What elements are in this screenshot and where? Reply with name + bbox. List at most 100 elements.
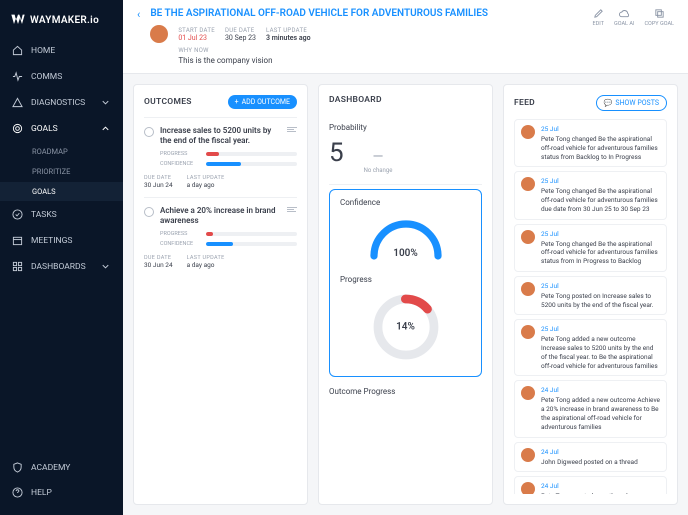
feed-item[interactable]: 24 Jul Pete Tong added a new outcome Achi… (514, 380, 667, 437)
owner-avatar[interactable] (150, 25, 168, 43)
nav-meetings[interactable]: MEETINGS (0, 228, 123, 253)
copy-icon (654, 8, 665, 19)
nav-diagnostics[interactable]: DIAGNOSTICS (0, 90, 123, 115)
feed-item[interactable]: 24 Jul John Digweed posted on a thread (514, 442, 667, 473)
feed-item[interactable]: 25 Jul Pete Tong changed Be the aspiratio… (514, 224, 667, 272)
bars-icon[interactable] (287, 127, 297, 132)
nav-help[interactable]: HELP (0, 480, 123, 505)
outcome-progress-label: Outcome Progress (329, 377, 482, 396)
nav-comms[interactable]: COMMS (0, 64, 123, 89)
target-icon (12, 123, 23, 134)
confidence-label: CONFIDENCE (160, 241, 202, 247)
main: ‹ BE THE ASPIRATIONAL OFF-ROAD VEHICLE F… (123, 0, 688, 515)
feed-panel: FEED 💬 SHOW POSTS 25 Jul Pete Tong change… (503, 84, 678, 505)
outcome-radio[interactable] (144, 127, 154, 137)
feed-avatar (521, 482, 535, 494)
page-header: ‹ BE THE ASPIRATIONAL OFF-ROAD VEHICLE F… (123, 0, 688, 74)
probability-label: Probability (329, 123, 482, 132)
why-now-text: This is the company vision (178, 56, 582, 65)
header-actions: EDIT GOAL AI COPY GOAL (593, 8, 674, 27)
sidebar: WAYMAKER.io HOME COMMS DIAGNOSTICS GOALS… (0, 0, 123, 515)
feed-date: 24 Jul (541, 448, 660, 456)
due-date-value: 30 Sep 23 (225, 34, 256, 42)
start-date-value: 01 Jul 23 (178, 34, 215, 42)
feed-text: Pete Tong changed Be the aspirational of… (541, 135, 660, 161)
nav-roadmap[interactable]: ROADMAP (0, 142, 123, 161)
cloud-icon (619, 8, 630, 19)
pencil-icon (593, 8, 604, 19)
feed-text: John Digweed posted on a thread (541, 458, 660, 467)
home-icon (12, 45, 23, 56)
confidence-label: CONFIDENCE (160, 161, 202, 167)
triangle-icon (12, 97, 23, 108)
feed-date: 25 Jul (541, 325, 660, 333)
copy-goal-button[interactable]: COPY GOAL (644, 8, 674, 27)
feed-date: 24 Jul (541, 386, 660, 394)
progress-donut: 14% (371, 292, 441, 362)
page-title: BE THE ASPIRATIONAL OFF-ROAD VEHICLE FOR… (150, 8, 582, 19)
feed-date: 25 Jul (541, 177, 660, 185)
why-now-label: WHY NOW (178, 47, 582, 54)
grid-icon (12, 261, 23, 272)
feed-item[interactable]: 25 JulPete Tong changed Be the aspiratio… (514, 171, 667, 219)
outcome-title: Achieve a 20% increase in brand awarenes… (160, 206, 281, 227)
feed-avatar (521, 325, 535, 339)
show-posts-button[interactable]: 💬 SHOW POSTS (596, 95, 667, 111)
dashboard-highlighted: Confidence 100% Progress 14% (329, 189, 482, 377)
outcome-card[interactable]: Achieve a 20% increase in brand awarenes… (144, 197, 297, 277)
brand-text: WAYMAKER.io (30, 15, 99, 26)
last-update-label: LAST UPDATE (266, 27, 311, 34)
progress-label: Progress (340, 275, 471, 284)
feed-list[interactable]: 25 Jul Pete Tong changed Be the aspiratio… (514, 119, 667, 494)
shield-icon (12, 462, 23, 473)
progress-label: PROGRESS (160, 151, 202, 157)
nav: HOME COMMS DIAGNOSTICS GOALS ROADMAP PRI… (0, 38, 123, 515)
feed-text: Pete Tong changed Be the aspirational of… (541, 240, 660, 266)
nav-prioritize[interactable]: PRIORITIZE (0, 162, 123, 181)
feed-avatar (521, 386, 535, 400)
feed-text: Pete Tong added a new outcome Achieve a … (541, 396, 660, 431)
feed-date: 25 Jul (541, 230, 660, 238)
check-icon (12, 209, 23, 220)
feed-item[interactable]: 25 Jul Pete Tong posted on Increase sales… (514, 276, 667, 316)
add-outcome-button[interactable]: + ADD OUTCOME (228, 95, 297, 109)
edit-button[interactable]: EDIT (593, 8, 604, 27)
confidence-gauge: 100% (366, 213, 446, 263)
back-button[interactable]: ‹ (137, 8, 140, 21)
brand-logo: WAYMAKER.io (0, 8, 123, 38)
feed-avatar (521, 230, 535, 244)
confidence-value: 100% (366, 248, 446, 259)
nav-dashboards[interactable]: DASHBOARDS (0, 254, 123, 279)
nav-home[interactable]: HOME (0, 38, 123, 63)
feed-avatar (521, 282, 535, 296)
feed-text: Pete Tong reacted on a thread (541, 492, 660, 494)
outcome-card[interactable]: Increase sales to 5200 units by the end … (144, 117, 297, 197)
logo-icon (10, 12, 26, 28)
feed-date: 24 Jul (541, 482, 660, 490)
goal-ai-button[interactable]: GOAL AI (614, 8, 634, 27)
probability-value: 5 (329, 138, 344, 168)
feed-title: FEED (514, 98, 535, 108)
confidence-bar (206, 162, 297, 166)
nav-tasks[interactable]: TASKS (0, 202, 123, 227)
feed-avatar (521, 448, 535, 462)
bars-icon[interactable] (287, 207, 297, 212)
pulse-icon (12, 71, 23, 82)
feed-date: 25 Jul (541, 282, 660, 290)
nav-goals[interactable]: GOALS (0, 116, 123, 141)
help-icon (12, 487, 23, 498)
feed-item[interactable]: 25 JulPete Tong added a new outcome Incr… (514, 319, 667, 376)
confidence-label: Confidence (340, 198, 471, 207)
change-label: No change (364, 167, 393, 174)
nav-academy[interactable]: ACADEMY (0, 455, 123, 480)
progress-label: PROGRESS (160, 231, 202, 237)
calendar-icon (12, 235, 23, 246)
feed-text: Pete Tong posted on Increase sales to 52… (541, 292, 660, 310)
feed-item[interactable]: 24 Jul Pete Tong reacted on a thread (514, 476, 667, 494)
chevron-down-icon (100, 261, 111, 272)
nav-goals-sub[interactable]: GOALS (0, 182, 123, 201)
feed-item[interactable]: 25 JulPete Tong changed Be the aspiratio… (514, 119, 667, 167)
outcome-radio[interactable] (144, 207, 154, 217)
outcomes-title: OUTCOMES (144, 97, 192, 107)
trend-flat-icon: — (373, 149, 384, 165)
